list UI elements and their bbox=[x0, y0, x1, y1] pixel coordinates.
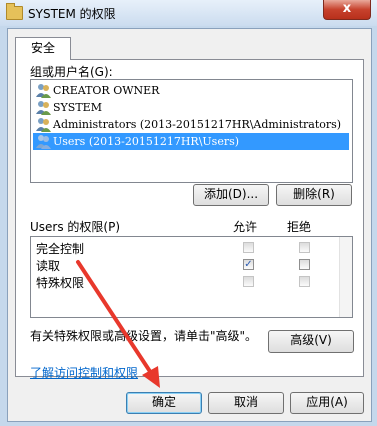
allow-checkbox-read[interactable]: ✓ bbox=[243, 259, 254, 270]
group-user-label: 组或用户名(G): bbox=[30, 65, 113, 79]
apply-button[interactable]: 应用(A) bbox=[290, 392, 364, 414]
permission-row-special: 特殊权限 bbox=[31, 273, 352, 290]
title-bar: SYSTEM 的权限 x bbox=[0, 0, 377, 26]
tab-security[interactable]: 安全 bbox=[15, 37, 71, 60]
permission-row-read: 读取 ✓ bbox=[31, 256, 352, 273]
user-group-icon bbox=[36, 135, 51, 149]
user-name: Administrators (2013-20151217HR\Administ… bbox=[53, 118, 342, 131]
permission-name: 读取 bbox=[36, 259, 61, 273]
user-name: SYSTEM bbox=[53, 101, 102, 114]
permission-name: 特殊权限 bbox=[36, 276, 85, 290]
deny-checkbox-full-control[interactable] bbox=[299, 242, 310, 253]
user-group-icon bbox=[36, 101, 51, 115]
user-group-icon bbox=[36, 84, 51, 98]
allow-checkbox-full-control[interactable] bbox=[243, 242, 254, 253]
remove-button[interactable]: 删除(R) bbox=[276, 184, 352, 206]
deny-checkbox-read[interactable] bbox=[299, 259, 310, 270]
window-title: SYSTEM 的权限 bbox=[28, 7, 116, 21]
allow-header: 允许 bbox=[233, 220, 258, 234]
deny-header: 拒绝 bbox=[287, 220, 312, 234]
advanced-description: 有关特殊权限或高级设置，请单击"高级"。 bbox=[30, 329, 258, 343]
list-item-system[interactable]: SYSTEM bbox=[33, 99, 349, 116]
folder-icon bbox=[6, 3, 23, 20]
ok-button[interactable]: 确定 bbox=[126, 392, 202, 414]
permissions-label: Users 的权限(P) bbox=[30, 220, 121, 234]
user-name: CREATOR OWNER bbox=[53, 84, 160, 97]
list-item-creator-owner[interactable]: CREATOR OWNER bbox=[33, 82, 349, 99]
dialog-body: 安全 组或用户名(G): CREATOR OWNER SYSTEM Admini… bbox=[7, 28, 372, 422]
allow-checkbox-special[interactable] bbox=[243, 276, 254, 287]
cancel-button[interactable]: 取消 bbox=[208, 392, 284, 414]
user-group-icon bbox=[36, 118, 51, 132]
permission-row-full-control: 完全控制 bbox=[31, 239, 352, 256]
help-link[interactable]: 了解访问控制和权限 bbox=[30, 364, 138, 381]
add-button[interactable]: 添加(D)... bbox=[193, 184, 269, 206]
permissions-table: 完全控制 读取 ✓ 特殊权限 bbox=[30, 236, 353, 318]
list-item-users[interactable]: Users (2013-20151217HR\Users) bbox=[33, 133, 349, 150]
deny-checkbox-special[interactable] bbox=[299, 276, 310, 287]
user-list[interactable]: CREATOR OWNER SYSTEM Administrators (201… bbox=[30, 79, 353, 183]
user-name: Users (2013-20151217HR\Users) bbox=[53, 135, 240, 148]
advanced-button[interactable]: 高级(V) bbox=[268, 330, 354, 353]
security-tab-panel: 组或用户名(G): CREATOR OWNER SYSTEM Administr… bbox=[15, 59, 364, 380]
close-button[interactable]: x bbox=[323, 0, 371, 20]
permission-name: 完全控制 bbox=[36, 242, 85, 256]
list-item-administrators[interactable]: Administrators (2013-20151217HR\Administ… bbox=[33, 116, 349, 133]
permissions-scrollbar[interactable] bbox=[339, 237, 352, 317]
